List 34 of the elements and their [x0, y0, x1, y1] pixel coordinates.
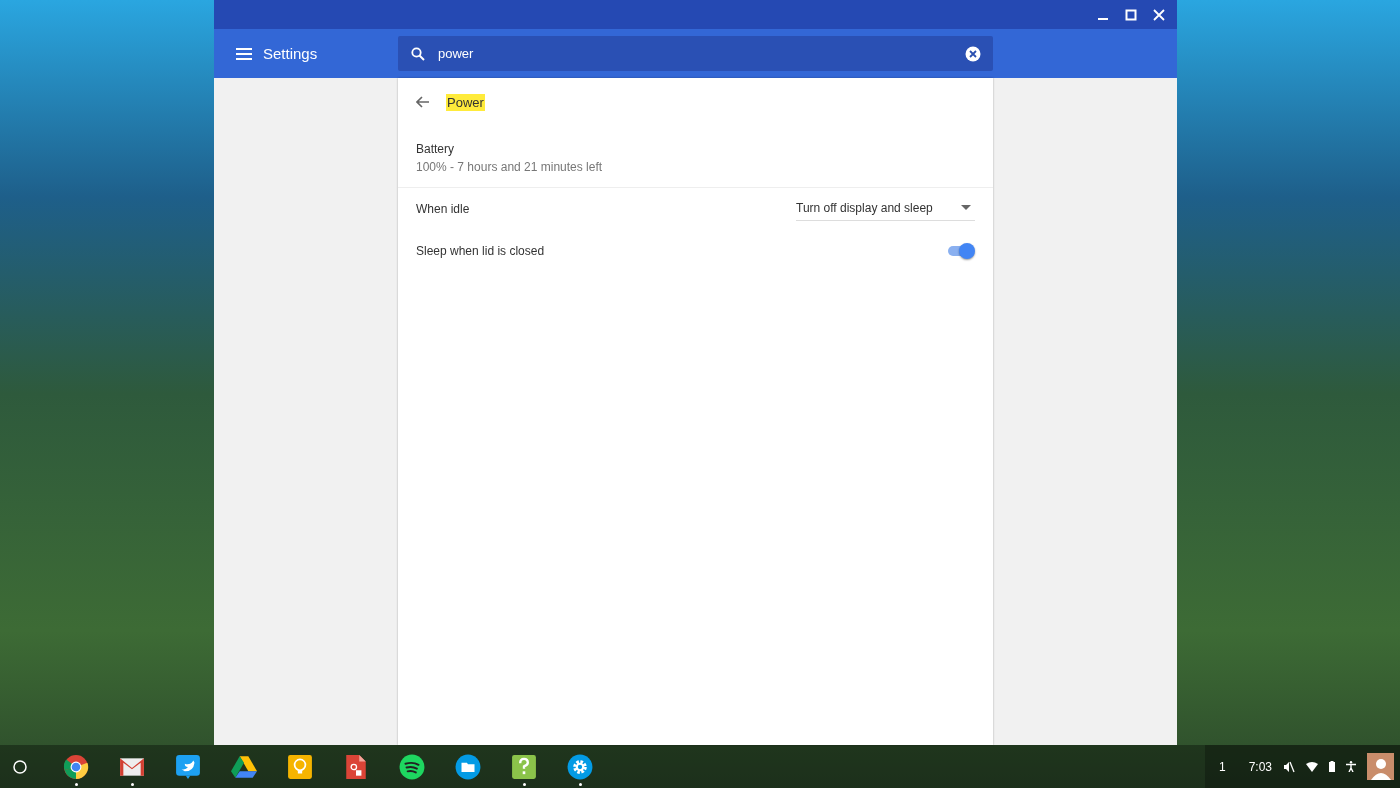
avatar-silhouette[interactable]: [1367, 753, 1394, 780]
battery-label: Battery: [416, 142, 455, 156]
close-icon: [1153, 8, 1165, 21]
question-mark-icon[interactable]: [511, 753, 537, 780]
triangle-icon[interactable]: [231, 753, 257, 780]
search-field[interactable]: power: [398, 36, 993, 71]
lightbulb-icon[interactable]: [287, 753, 313, 780]
mute-icon: [1283, 760, 1295, 773]
setting-label: When idle: [416, 202, 470, 216]
toggle-switch[interactable]: [947, 243, 975, 259]
minimize-icon: [1098, 18, 1108, 20]
caret-icon: [961, 205, 971, 210]
clear-icon[interactable]: [965, 45, 981, 62]
search-icon: [411, 46, 425, 61]
desk-number: 1: [1218, 759, 1226, 774]
folder-icon[interactable]: [455, 753, 481, 780]
gear-icon[interactable]: [567, 753, 593, 780]
setting-label: Sleep when lid is closed: [416, 244, 545, 258]
chrome-icon[interactable]: [63, 753, 89, 780]
maximize-icon: [1125, 8, 1137, 21]
accessibility-icon: [1346, 761, 1356, 772]
status-tray[interactable]: 1 7:03: [1204, 745, 1400, 788]
page-title: Power: [446, 93, 485, 111]
search-input: power: [438, 46, 952, 61]
back-arrow-icon[interactable]: [416, 96, 430, 108]
battery-status: 100% - 7 hours and 21 minutes left: [416, 160, 604, 174]
clock: 7:03: [1248, 759, 1272, 774]
app-title: Settings: [263, 45, 318, 62]
idle-dropdown[interactable]: Turn off display and sleep: [796, 197, 975, 221]
wifi-icon: [1306, 761, 1318, 772]
launcher-icon[interactable]: [13, 759, 27, 774]
menu-icon[interactable]: [236, 47, 252, 60]
battery-icon: [1329, 761, 1335, 772]
sound-waves-icon[interactable]: [399, 753, 425, 780]
